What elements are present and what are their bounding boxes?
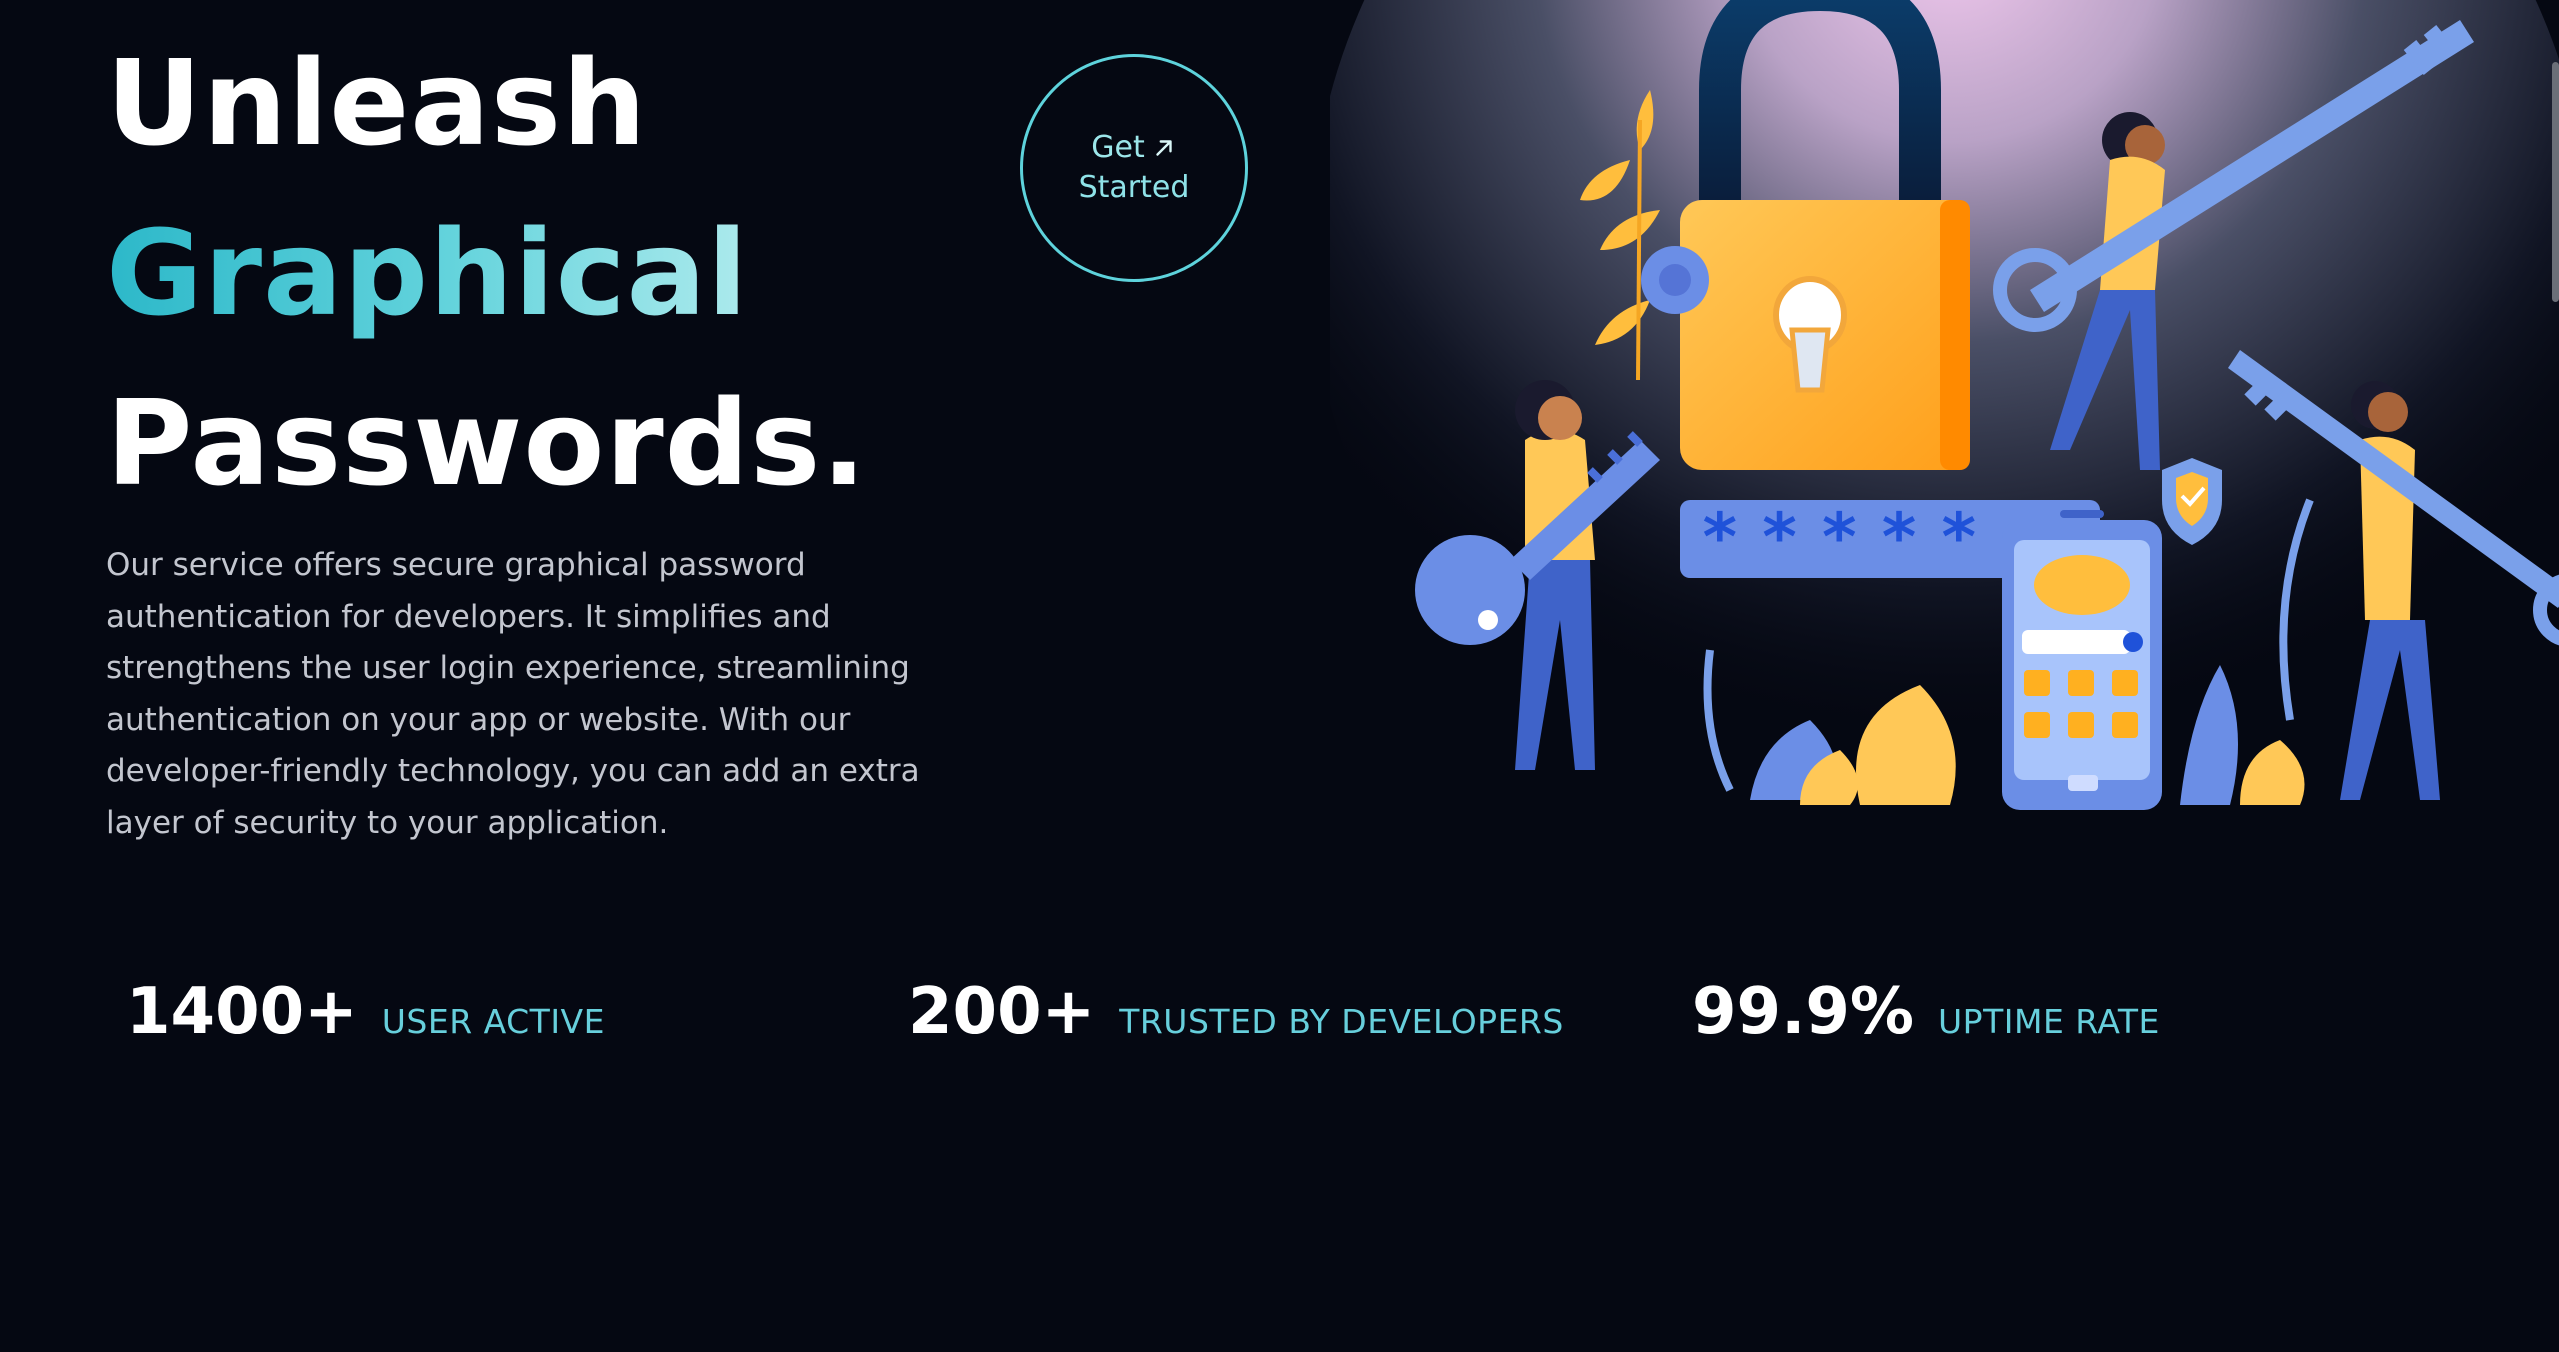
security-illustration: ***** [1330, 0, 2559, 870]
phone-icon [2002, 510, 2162, 810]
scrollbar-thumb[interactable] [2552, 62, 2559, 302]
password-mask: ***** [1700, 499, 1999, 576]
stat-label: TRUSTED BY DEVELOPERS [1119, 1002, 1564, 1041]
get-started-label-line2: Started [1078, 170, 1190, 205]
padlock-icon [1680, 200, 1970, 470]
hero-title-line-passwords: Passwords. [106, 374, 868, 512]
hero-title-line-graphical: Graphical [106, 188, 867, 358]
hero-description: Our service offers secure graphical pass… [106, 547, 920, 841]
hero-title: Unleash Graphical Passwords. [106, 18, 867, 528]
stat-value: 99.9% [1692, 975, 1915, 1049]
stat-value: 1400+ [126, 975, 358, 1049]
get-started-label-line1: Get [1091, 130, 1145, 165]
stat-developers: 200+ TRUSTED BY DEVELOPERS [908, 975, 1564, 1049]
stat-uptime: 99.9% UPTIME RATE [1692, 975, 2160, 1049]
stat-label: USER ACTIVE [381, 1002, 605, 1041]
stat-label: UPTIME RATE [1938, 1002, 2160, 1041]
stats-bar: 1400+ USER ACTIVE 200+ TRUSTED BY DEVELO… [0, 975, 2559, 1055]
hero-title-line-unleash: Unleash [106, 34, 648, 172]
get-started-button[interactable]: Get Started [1020, 54, 1248, 282]
flower-blue [1641, 246, 1709, 314]
arrow-up-right-icon [1156, 140, 1172, 156]
stat-value: 200+ [908, 975, 1096, 1049]
stat-users: 1400+ USER ACTIVE [126, 975, 605, 1049]
